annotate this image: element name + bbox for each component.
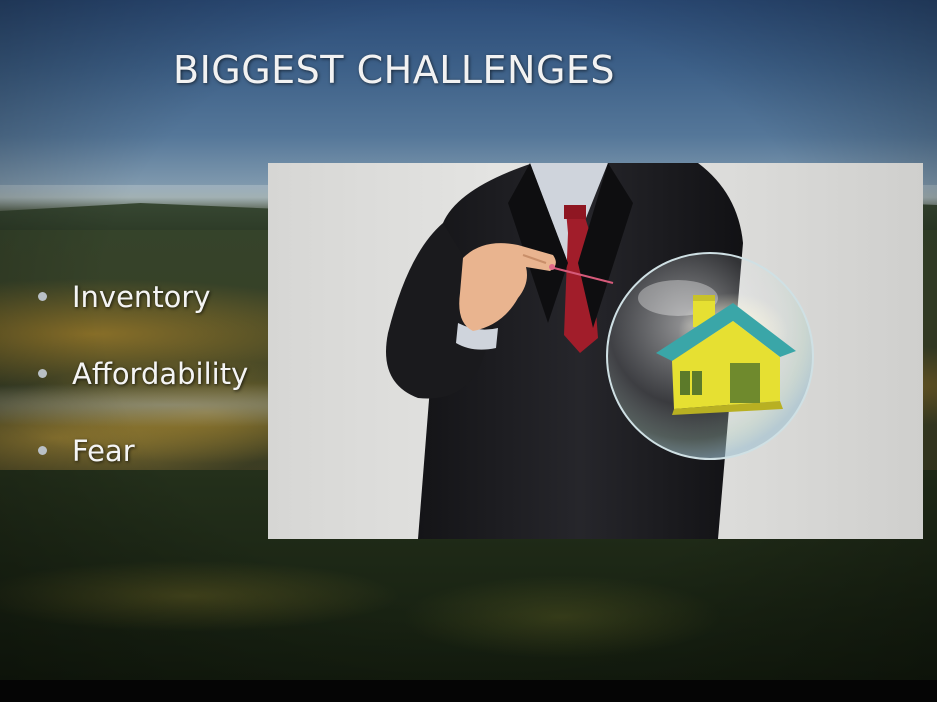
bullet-item-inventory: Inventory [38, 276, 248, 353]
photo-illustration [386, 163, 814, 539]
bullet-label: Fear [72, 434, 135, 468]
bullet-dot-icon [38, 369, 47, 378]
businessman-house-bubble-photo [268, 163, 923, 539]
slide-background: BIGGEST CHALLENGES Inventory Affordabili… [0, 0, 937, 680]
bullet-dot-icon [38, 292, 47, 301]
bullet-label: Inventory [72, 280, 211, 314]
bullet-list: Inventory Affordability Fear [38, 276, 248, 507]
bullet-label: Affordability [72, 357, 249, 391]
bullet-item-affordability: Affordability [38, 353, 248, 430]
bullet-item-fear: Fear [38, 430, 248, 507]
house-door [730, 363, 760, 403]
bottom-bar [0, 680, 937, 702]
slide-title: BIGGEST CHALLENGES [173, 48, 616, 92]
bullet-dot-icon [38, 446, 47, 455]
